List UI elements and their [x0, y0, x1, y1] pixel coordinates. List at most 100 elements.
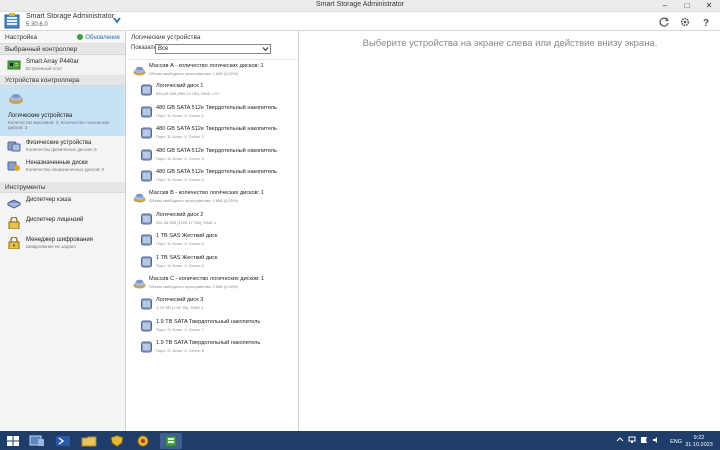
row-title: 1.9 TB SATA Твердотельный накопитель	[156, 318, 261, 325]
sidebar-item-cache-manager[interactable]: Диспетчер кэша	[0, 193, 125, 213]
volume-icon[interactable]	[652, 436, 660, 444]
logical-drive-row[interactable]: Логический диск 1 894,20 GiB (960,14 GB),…	[127, 80, 298, 101]
row-detail: Порт: 1I: Блок: 1: Отсек: 5	[156, 241, 204, 247]
row-detail: 894,20 GiB (960,14 GB), RAID 1+0	[156, 91, 219, 97]
taskbar-explorer[interactable]	[78, 433, 100, 449]
start-button[interactable]	[2, 433, 24, 449]
array-row[interactable]: Массив A - количество логических дисков:…	[127, 59, 298, 80]
physical-drive-row[interactable]: 480 GB SATA 512e Твердотельный накопител…	[127, 123, 298, 144]
maximize-button[interactable]: □	[676, 0, 698, 11]
physical-drive-row[interactable]: 480 GB SATA 512e Твердотельный накопител…	[127, 166, 298, 187]
row-detail: Порт: 2I: Блок: 1: Отсек: 8	[156, 348, 204, 354]
taskbar-powershell[interactable]	[52, 433, 74, 449]
sidebar-item-unassigned-disks[interactable]: Неназначенные диски Количество неназначе…	[0, 156, 125, 176]
filter-value: Все	[158, 46, 169, 52]
physical-drive-row[interactable]: 1 TB SAS Жесткий диск Порт: 1I: Блок: 1: …	[127, 230, 298, 251]
close-button[interactable]: ✕	[698, 0, 720, 11]
logical-devices-label: Логические устройства	[8, 113, 73, 119]
row-detail: 931,48 GiB (1000,17 GB), RAID 1	[156, 219, 217, 225]
encryption-manager-label: Менеджер шифрования	[26, 237, 93, 243]
settings-link[interactable]: Настройка	[5, 34, 37, 41]
row-detail: Порт: 1I: Блок: 1: Отсек: 4	[156, 176, 204, 182]
logical-disk-icon	[141, 298, 152, 310]
row-detail: Порт: 1I: Блок: 1: Отсек: 3	[156, 155, 204, 161]
selected-controller-header: Выбранный контроллер	[0, 44, 125, 55]
row-title: Логический диск 2	[156, 211, 204, 218]
row-title: Массив A - количество логических дисков:…	[149, 63, 264, 69]
cache-manager-label: Диспетчер кэша	[26, 197, 71, 203]
physical-devices-sub: Количество физических дисков: 8	[26, 147, 97, 152]
physical-disk-icon	[7, 141, 21, 152]
tray-arrow-icon[interactable]	[616, 436, 624, 444]
taskbar-shield-app[interactable]	[106, 433, 128, 449]
physical-drive-row[interactable]: 1.9 TB SATA Твердотельный накопитель Порт…	[127, 316, 298, 337]
physical-drive-row[interactable]: 1.9 TB SATA Твердотельный накопитель Порт…	[127, 337, 298, 358]
tools-header: Инструменты	[0, 182, 125, 193]
row-title: 1.9 TB SATA Твердотельный накопитель	[156, 340, 261, 347]
shield-icon	[110, 435, 124, 447]
powershell-icon	[56, 436, 70, 446]
windows-logo-icon	[7, 436, 19, 446]
clock-time: 9:22	[693, 435, 705, 441]
license-icon	[8, 217, 20, 229]
physical-drive-row[interactable]: 480 GB SATA 512e Твердотельный накопител…	[127, 102, 298, 123]
clock[interactable]: 9:22 31.10.2023	[684, 435, 714, 449]
svg-text:?: ?	[703, 18, 709, 28]
row-detail: Порт: 1I: Блок: 1: Отсек: 6	[156, 262, 204, 268]
row-title: Массив C - количество логических дисков:…	[149, 275, 265, 282]
left-navigation-pane: Настройка Обновление Выбранный контролле…	[0, 31, 126, 431]
logical-devices-icon	[9, 94, 23, 104]
row-title: Массив B - количество логических дисков:…	[149, 190, 264, 197]
chevron-down-icon[interactable]	[112, 14, 122, 26]
logical-devices-sub: Количество массивов: 3; Количество логич…	[8, 120, 110, 130]
physical-devices-label: Физические устройства	[26, 140, 92, 146]
row-title: Логический диск 3	[156, 297, 204, 304]
cache-icon	[7, 199, 21, 209]
row-detail: Порт: 1I: Блок: 1: Отсек: 1	[156, 112, 204, 118]
row-detail: Объем свободного пространства: 0 MiB (0,…	[149, 283, 238, 289]
logical-drive-row[interactable]: Логический диск 2 931,48 GiB (1000,17 GB)…	[127, 209, 298, 230]
row-title: 480 GB SATA 512e Твердотельный накопител…	[156, 168, 277, 175]
row-title: 480 GB SATA 512e Твердотельный накопител…	[156, 126, 277, 133]
refresh-button[interactable]: Обновление	[77, 34, 120, 41]
logical-drive-row[interactable]: Логический диск 3 1,75 TiB (1,92 TB), RAI…	[127, 294, 298, 315]
taskbar-app-yellow[interactable]	[132, 433, 154, 449]
refresh-icon[interactable]	[658, 15, 670, 27]
taskbar-server-manager[interactable]	[26, 433, 48, 449]
ssd-icon	[141, 320, 152, 332]
app-version: 5.30.6.0	[26, 22, 48, 28]
help-icon[interactable]: ?	[700, 15, 712, 29]
network-icon[interactable]	[628, 436, 636, 444]
system-tray: ENG 9:22 31.10.2023	[596, 434, 716, 448]
row-title: 480 GB SATA 512e Твердотельный накопител…	[156, 104, 277, 111]
sidebar-item-encryption-manager[interactable]: Менеджер шифрования Шифрование не задано	[0, 233, 125, 253]
row-title: Логический диск 1	[156, 83, 204, 90]
device-list: Массив A - количество логических дисков:…	[127, 59, 298, 358]
sidebar-item-license-manager[interactable]: Диспетчер лицензий	[0, 213, 125, 233]
array-icon	[133, 279, 146, 289]
physical-drive-row[interactable]: 480 GB SATA 512e Твердотельный накопител…	[127, 145, 298, 166]
taskbar-smart-storage[interactable]	[160, 433, 182, 449]
settings-bar: Настройка Обновление	[0, 31, 125, 44]
controller-item[interactable]: Smart Array P440ar Встроенный слот	[0, 55, 125, 75]
row-title: 480 GB SATA 512e Твердотельный накопител…	[156, 147, 277, 154]
array-icon	[133, 194, 146, 203]
window-title: Smart Storage Administrator	[316, 1, 404, 8]
array-row[interactable]: Массив C - количество логических дисков:…	[127, 273, 298, 294]
flag-icon[interactable]	[640, 436, 648, 444]
language-indicator[interactable]: ENG	[670, 439, 682, 445]
row-title: 1 TB SAS Жесткий диск	[156, 233, 218, 240]
gear-icon[interactable]	[679, 15, 691, 27]
sidebar-item-logical-devices[interactable]: Логические устройства Количество массиво…	[0, 86, 125, 136]
ssd-icon	[141, 170, 152, 182]
filter-select[interactable]: Все	[155, 44, 271, 54]
controller-name: Smart Array P440ar	[26, 59, 79, 65]
array-row[interactable]: Массив B - количество логических дисков:…	[127, 187, 298, 208]
lock-icon	[8, 237, 20, 249]
physical-drive-row[interactable]: 1 TB SAS Жесткий диск Порт: 1I: Блок: 1: …	[127, 252, 298, 273]
app-badge-icon	[137, 435, 149, 447]
sidebar-item-physical-devices[interactable]: Физические устройства Количество физичес…	[0, 136, 125, 156]
ssd-icon	[141, 149, 152, 161]
minimize-button[interactable]: –	[654, 0, 676, 11]
unassigned-disk-icon	[7, 161, 20, 171]
